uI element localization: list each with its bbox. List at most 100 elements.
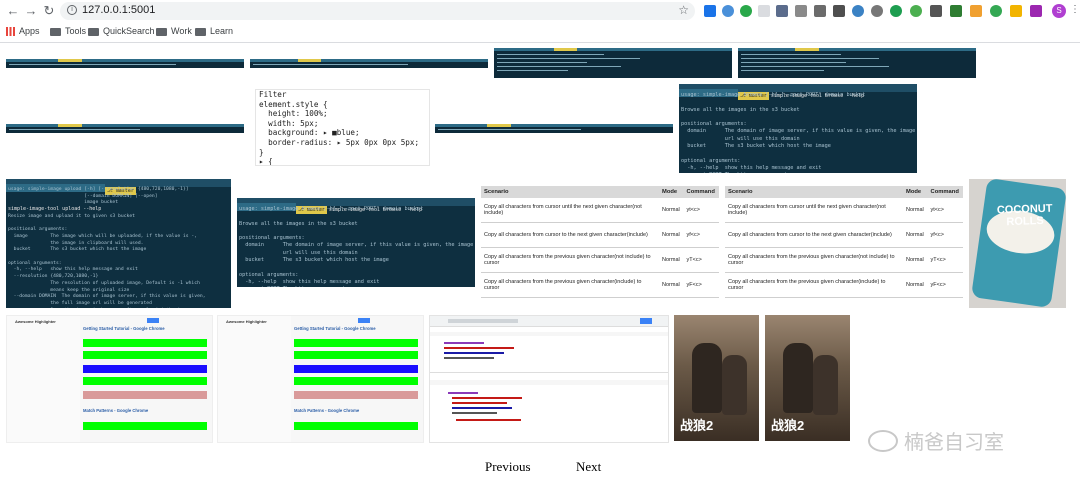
bookmark-label: Apps [19,26,40,36]
extension-17-icon[interactable] [1010,5,1022,17]
terminal-line [741,54,841,55]
extension-5-icon[interactable] [776,5,788,17]
vim-commands-table: Scenario Mode Command Copy all character… [481,186,719,298]
extension-7-icon[interactable] [814,5,826,17]
wechat-icon [868,429,898,452]
gallery-image-terminal-1[interactable] [6,59,244,68]
highlighter-app-name: Awesome Highlighter [226,319,267,324]
gallery-image-terminal-upload-help[interactable]: ⎇ mastersimple-image-tool upload --help … [6,179,231,308]
gallery-image-vim-table-1[interactable]: Scenario Mode Command Copy all character… [481,186,719,299]
bookmark-label: Learn [210,26,234,36]
previous-page-link[interactable]: Previous [485,459,531,475]
extension-1-icon[interactable] [704,5,716,17]
bookmark-work[interactable]: Work [156,24,192,38]
gallery-image-movie-poster-2[interactable]: 战狼2 [765,315,850,441]
gallery-image-terminal-6[interactable] [435,124,673,133]
terminal-prompt-bar [6,124,244,127]
table-row: Copy all characters from the previous gi… [481,272,719,298]
extension-8-icon[interactable] [833,5,845,17]
gallery-image-terminal-5[interactable] [6,124,244,133]
extension-13-icon[interactable] [930,5,942,17]
gallery-image-terminal-browse-help[interactable]: ⎇ master simple-image-tool browse --help … [679,84,917,173]
extension-9-icon[interactable] [852,5,864,17]
extension-16-icon[interactable] [990,5,1002,17]
code-line [452,407,512,409]
url-text[interactable]: 127.0.0.1:5001 [82,4,155,16]
extension-18-icon[interactable] [1030,5,1042,17]
terminal-prompt-bar [250,59,488,62]
gallery-image-highlighter-2[interactable]: Awesome Highlighter Getting Started Tuto… [217,315,424,443]
gallery-image-devtools[interactable]: Filter element.style { height: 100%; wid… [255,89,430,166]
gallery-image-highlighter-1[interactable]: Awesome Highlighter Getting Started Tuto… [6,315,213,443]
table-cell: yt<c> [927,198,963,223]
reload-icon[interactable]: ↻ [42,4,56,18]
extension-12-icon[interactable] [910,5,922,17]
gallery-image-terminal-2[interactable] [250,59,488,68]
column-header: Command [683,186,719,198]
terminal-line [9,129,140,130]
table-cell: Normal [659,272,684,298]
extension-14-icon[interactable] [950,5,962,17]
table-cell: yf<c> [927,222,963,248]
extension-11-icon[interactable] [890,5,902,17]
table-row: Copy all characters from cursor to the n… [481,222,719,248]
terminal-line [438,129,581,130]
bookmark-quicksearch[interactable]: QuickSearch [88,24,155,38]
bookmark-label: Work [171,26,192,36]
extension-15-icon[interactable] [970,5,982,17]
highlight-bar [83,339,207,347]
highlight-bar [83,377,207,385]
prompt-segment [297,59,322,62]
terminal-prompt-bar: ⎇ master simple-image-tool browse --help [237,198,475,214]
star-icon[interactable]: ☆ [678,3,689,17]
highlighter-sidebar [7,316,80,442]
column-header: Mode [659,186,684,198]
terminal-line [9,64,176,65]
bookmark-apps[interactable]: Apps [6,24,40,38]
menu-icon[interactable]: ⋮ [1070,4,1080,15]
highlight-bar [294,391,418,399]
terminal-prompt-bar [494,48,732,51]
gallery-image-devtools-network[interactable] [429,315,669,443]
extension-6-icon[interactable] [795,5,807,17]
table-row: Copy all characters from the previous gi… [481,247,719,273]
extension-10-icon[interactable] [871,5,883,17]
soldier-figure [813,355,838,415]
gallery-image-coconut-rolls[interactable]: COCONUT ROLLS [969,179,1066,308]
terminal-output: usage: simple-image upload [-h] [--resol… [8,187,206,308]
table-cell: Normal [659,247,684,273]
terminal-line [497,62,588,63]
coconut-label: COCONUT ROLLS [996,202,1053,229]
code-line [456,419,521,421]
soldier-figure [783,343,813,413]
gallery-image-vim-table-2[interactable]: Scenario Mode Command Copy all character… [725,186,963,299]
prompt-segment [487,124,512,127]
terminal-output: usage: simple-image browse [-h] [--port … [681,92,916,173]
extension-3-icon[interactable] [740,5,752,17]
devtools-tabbar [430,380,668,385]
terminal-prompt-bar [738,48,976,51]
highlighter-page-title: Getting Started Tutorial - Google Chrome [83,326,165,331]
table-row: Copy all characters from the previous gi… [725,247,963,273]
bookmark-tools[interactable]: Tools [50,24,86,38]
address-bar[interactable]: i 127.0.0.1:5001 ☆ [60,2,695,20]
code-line [444,342,484,344]
next-page-link[interactable]: Next [576,459,601,475]
back-arrow-icon[interactable]: ← [6,4,20,18]
code-line [444,357,494,359]
terminal-line [497,66,621,67]
gallery-image-terminal-browse-help-2[interactable]: ⎇ master simple-image-tool browse --help … [237,198,475,287]
table-cell: yf<c> [683,222,719,248]
forward-arrow-icon[interactable]: → [24,4,38,18]
table-cell: Normal [659,198,684,223]
bookmark-learn[interactable]: Learn [195,24,233,38]
gallery-image-terminal-3[interactable] [494,48,732,78]
gallery-image-movie-poster-1[interactable]: 战狼2 [674,315,759,441]
extension-4-icon[interactable] [758,5,770,17]
gallery-image-terminal-4[interactable] [738,48,976,78]
profile-avatar[interactable]: S [1052,4,1066,18]
devtools-divider [430,372,668,373]
extension-2-icon[interactable] [722,5,734,17]
terminal-line [497,70,569,71]
info-icon[interactable]: i [67,5,77,15]
